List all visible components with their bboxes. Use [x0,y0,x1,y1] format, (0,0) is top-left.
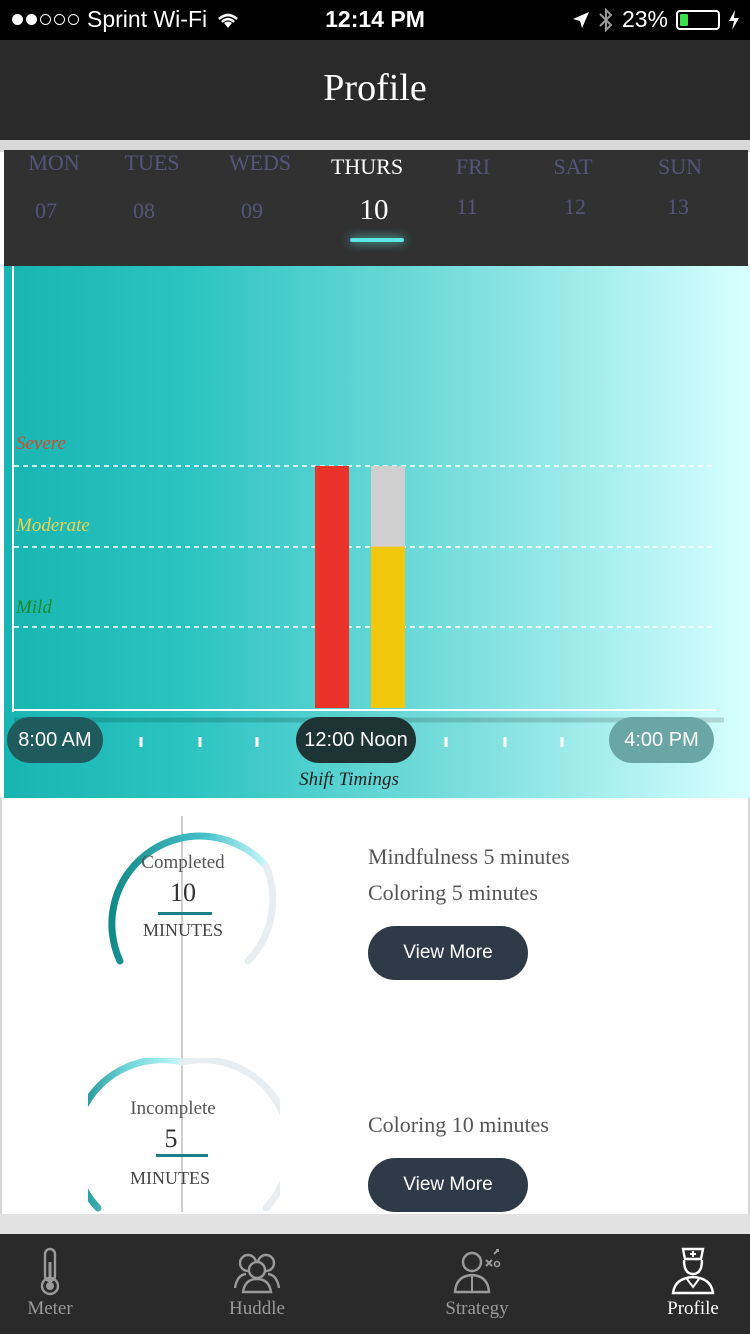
completed-activity: Mindfulness 5 minutes [368,844,570,869]
completed-value: 10 [170,878,196,907]
tab-meter[interactable]: Meter [0,1234,120,1334]
level-label-mild: Mild [16,597,52,618]
level-label-severe: Severe [16,433,66,454]
tab-label: Profile [667,1298,719,1319]
time-end-pill[interactable]: 4:00 PM [609,717,714,763]
charging-bolt-icon [729,9,739,30]
day-number: 09 [241,198,263,223]
stress-chart: Severe Moderate Mild 8:00 AM 12:00 Noon … [4,266,750,798]
group-icon [233,1253,281,1294]
day-name: SAT [553,154,593,179]
status-bar: Sprint Wi-Fi 12:14 PM 23% [0,0,750,40]
battery-percent: 23% [621,6,668,32]
day-number: 12 [564,194,586,219]
view-more-incomplete-button[interactable]: View More [368,1158,528,1212]
tab-label: Huddle [229,1298,285,1319]
bar-background [315,466,349,708]
day-name: WEDS [228,150,292,175]
view-more-completed-button[interactable]: View More [368,926,528,980]
day-number: 11 [456,194,478,219]
incomplete-activity: Coloring 10 minutes [368,1112,549,1137]
day-name: SUN [657,154,702,179]
tab-huddle[interactable]: Huddle [187,1234,327,1334]
incomplete-value: 5 [164,1124,178,1153]
completed-label: Completed [141,852,225,873]
tab-label: Strategy [445,1298,509,1319]
day-number: 13 [667,194,689,219]
bluetooth-icon [599,7,613,32]
time-mid-pill[interactable]: 12:00 Noon [296,717,416,763]
incomplete-unit: MINUTES [130,1168,210,1188]
x-axis-label: Shift Timings [299,769,399,790]
tab-bar: Meter Huddle Strategy Profile [0,1234,750,1334]
completed-activity: Coloring 5 minutes [368,880,538,905]
tab-profile[interactable]: Profile [623,1234,750,1334]
selected-day-indicator [350,238,404,242]
tab-label: Meter [27,1298,73,1319]
battery-icon [676,9,720,30]
incomplete-underline [156,1154,208,1157]
incomplete-label: Incomplete [130,1098,216,1119]
day-name: THURS [330,154,404,179]
location-arrow-icon [572,11,589,28]
nurse-profile-icon [671,1247,715,1295]
time-start-pill[interactable]: 8:00 AM [7,717,103,763]
completed-summary: Completed 10 MINUTES [120,852,246,941]
strategy-icon [453,1249,501,1294]
day-name: MON [28,150,80,175]
navigation-bar: Profile [0,40,750,140]
day-name: TUES [124,150,180,175]
tab-strategy[interactable]: Strategy [407,1234,547,1334]
divider [0,1214,750,1234]
day-number: 07 [35,198,57,223]
completed-unit: MINUTES [143,920,223,940]
level-label-moderate: Moderate [16,515,90,536]
day-number: 10 [359,194,389,226]
day-selector: MON 07 TUES 08 WEDS 09 THURS 10 FRI 11 S… [4,150,748,266]
incomplete-summary: Incomplete 5 MINUTES [110,1098,236,1189]
day-name: FRI [455,154,491,179]
completed-underline [158,912,212,915]
thermometer-icon [40,1247,60,1296]
day-number: 08 [133,198,155,223]
page-title: Profile [323,67,427,109]
bar-fill [371,546,405,708]
